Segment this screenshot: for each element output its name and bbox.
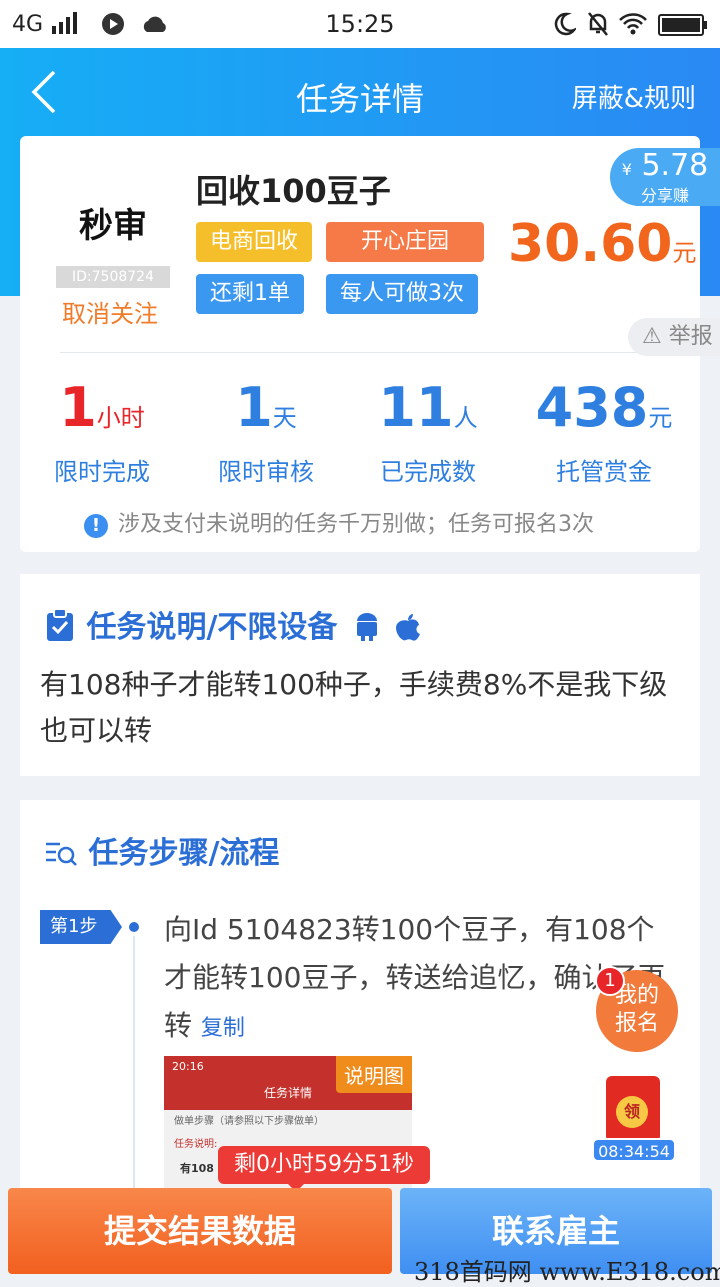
stat-value: 438元: [535, 376, 673, 439]
moon-icon: [554, 12, 576, 36]
notice: ! 涉及支付未说明的任务千万别做；任务可报名3次: [84, 506, 650, 538]
mute-bell-icon: [588, 12, 608, 36]
android-icon: [356, 613, 377, 641]
status-bar: 4G 15:25: [0, 0, 720, 48]
timeline-line: [133, 936, 135, 1200]
reward-amount: 30.60元: [508, 214, 697, 274]
status-time: 15:25: [325, 10, 395, 38]
block-rules-link[interactable]: 屏蔽&规则: [572, 78, 696, 115]
step-1-label: 第1步: [40, 910, 122, 944]
task-name: 回收100豆子: [196, 172, 391, 210]
battery-icon: [658, 14, 707, 36]
copy-link[interactable]: 复制: [201, 1016, 245, 1041]
list-search-icon: [46, 842, 77, 866]
stat-value: 1天: [235, 376, 297, 439]
tag-app: 开心庄园: [326, 222, 484, 262]
info-icon: !: [84, 514, 108, 538]
countdown-bubble: 剩0小时59分51秒: [218, 1146, 430, 1184]
stat-item: 1天限时审核: [186, 378, 346, 487]
clipboard-check-icon: [47, 608, 73, 641]
stat-item: 1小时限时完成: [22, 378, 182, 487]
tag-limit: 每人可做3次: [326, 274, 478, 314]
task-summary-card: 秒审 ID:7508724 取消关注 回收100豆子 电商回收 开心庄园 还剩1…: [20, 136, 700, 552]
report-button[interactable]: ⚠ 举报: [628, 318, 720, 356]
stat-item: 11人已完成数: [348, 378, 508, 487]
tag-remaining: 还剩1单: [196, 274, 304, 314]
logo-text: 秒审: [79, 206, 147, 246]
red-packet-widget[interactable]: 领 08:34:54: [592, 1074, 678, 1164]
stat-label: 托管赏金: [556, 458, 652, 486]
steps-title: 任务步骤/流程: [44, 828, 279, 872]
watermark: 318首码网 www.E318.com: [414, 1258, 720, 1286]
stat-value: 11人: [378, 376, 478, 439]
description-section: 任务说明/不限设备 有108种子才能转100种子，手续费8%不是我下级也可以转: [20, 574, 700, 776]
divider: [60, 352, 660, 353]
merchant-logo: 秒审 ID:7508724: [56, 200, 170, 290]
timeline-dot: [129, 922, 139, 932]
share-earn-badge[interactable]: ¥ 5.78 分享赚: [610, 148, 720, 206]
submit-result-button[interactable]: 提交结果数据: [8, 1188, 392, 1274]
image-label: 说明图: [336, 1056, 412, 1093]
stat-item: 438元托管赏金: [524, 378, 684, 487]
stat-label: 限时审核: [218, 458, 314, 486]
tag-category: 电商回收: [196, 222, 313, 262]
signup-count-badge: 1: [595, 966, 625, 996]
stat-value: 1小时: [59, 376, 145, 439]
logo-id: ID:7508724: [56, 266, 170, 288]
description-text: 有108种子才能转100种子，手续费8%不是我下级也可以转: [40, 668, 668, 747]
apple-icon: [396, 614, 421, 641]
wifi-icon: [619, 13, 647, 35]
stat-label: 已完成数: [380, 458, 476, 486]
description-title: 任务说明/不限设备: [44, 602, 422, 646]
gift-timer: 08:34:54: [592, 1138, 676, 1162]
unfollow-link[interactable]: 取消关注: [62, 294, 158, 329]
stat-label: 限时完成: [54, 458, 150, 486]
